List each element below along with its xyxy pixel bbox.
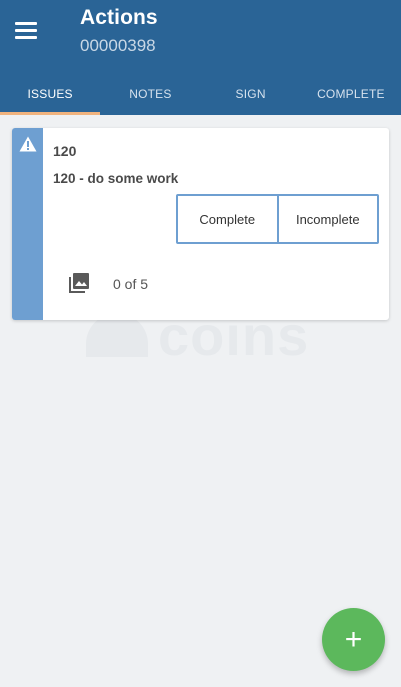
issue-code: 120 <box>53 143 77 159</box>
issue-status-strip <box>12 128 43 320</box>
complete-button[interactable]: Complete <box>178 196 277 242</box>
app-header: Actions 00000398 ISSUES NOTES SIGN COMPL… <box>0 0 401 115</box>
page-title: Actions <box>80 6 158 29</box>
tab-notes[interactable]: NOTES <box>100 72 200 115</box>
tab-bar: ISSUES NOTES SIGN COMPLETE <box>0 72 401 115</box>
issue-card[interactable]: 120 120 - do some work Complete Incomple… <box>12 128 389 320</box>
issue-description: 120 - do some work <box>53 171 179 186</box>
tab-sign[interactable]: SIGN <box>201 72 301 115</box>
plus-icon: + <box>344 622 363 656</box>
photo-gallery-icon[interactable] <box>67 271 91 295</box>
tab-complete[interactable]: COMPLETE <box>301 72 401 115</box>
completion-button-group: Complete Incomplete <box>176 194 379 244</box>
hamburger-menu-icon <box>15 21 37 25</box>
app-root: Actions 00000398 ISSUES NOTES SIGN COMPL… <box>0 0 401 687</box>
warning-icon <box>19 136 37 152</box>
add-action-button[interactable]: + <box>322 608 385 671</box>
tab-issues[interactable]: ISSUES <box>0 72 101 115</box>
page-subtitle: 00000398 <box>80 36 156 55</box>
incomplete-button[interactable]: Incomplete <box>276 196 377 242</box>
photo-count: 0 of 5 <box>113 276 149 292</box>
menu-button[interactable] <box>10 14 42 46</box>
